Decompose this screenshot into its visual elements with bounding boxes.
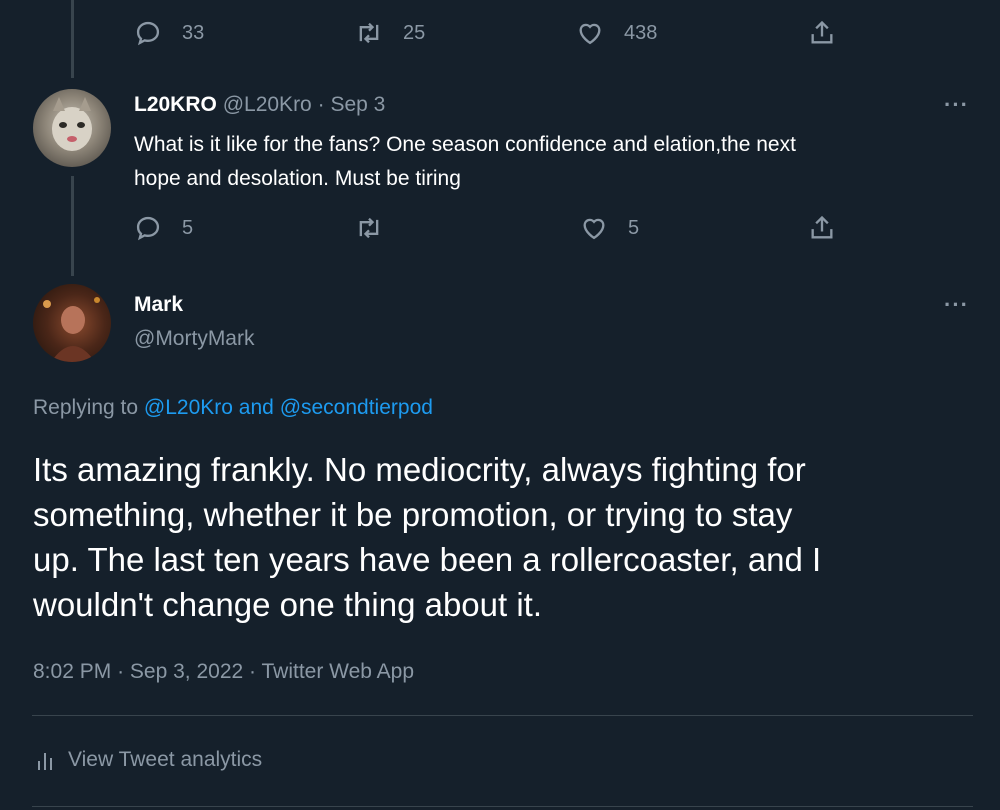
share-action[interactable] <box>808 19 836 47</box>
tweet-source[interactable]: Twitter Web App <box>261 660 414 683</box>
retweet-action[interactable] <box>355 214 383 242</box>
reply-action[interactable]: 5 <box>134 214 193 242</box>
reply-icon <box>136 21 160 46</box>
retweet-icon <box>359 22 379 44</box>
tweet-metadata: 8:02 PM · Sep 3, 2022 · Twitter Web App <box>33 660 414 684</box>
main-handle[interactable]: @MortyMark <box>134 327 254 351</box>
retweet-icon <box>359 217 379 239</box>
display-name[interactable]: L20KRO <box>134 93 217 116</box>
like-count: 438 <box>624 21 658 44</box>
avatar-l20kro[interactable] <box>33 89 111 167</box>
replying-to-and[interactable]: and <box>239 396 274 419</box>
main-text-line: wouldn't change one thing about it. <box>33 586 543 623</box>
main-text-line: something, whether it be promotion, or t… <box>33 496 793 533</box>
tweet-time[interactable]: 8:02 PM <box>33 660 111 683</box>
reply-icon <box>136 216 160 241</box>
share-icon <box>811 215 833 239</box>
replying-to-user-l20kro[interactable]: @L20Kro <box>144 396 233 419</box>
reply-count: 33 <box>182 21 205 44</box>
replying-to: Replying to @L20Kro and @secondtierpod <box>33 396 433 420</box>
main-text-line: up. The last ten years have been a rolle… <box>33 541 822 578</box>
handle[interactable]: @L20Kro <box>223 93 312 116</box>
reply-header: L20KRO @L20Kro · Sep 3 <box>134 93 385 117</box>
main-display-name[interactable]: Mark <box>134 293 183 317</box>
reply-count: 5 <box>182 216 194 239</box>
reply-text: What is it like for the fans? One season… <box>134 128 974 196</box>
view-analytics-label: View Tweet analytics <box>68 748 263 771</box>
retweet-action[interactable]: 25 <box>355 19 425 47</box>
share-icon <box>811 20 833 44</box>
reply-text-line: hope and desolation. Must be tiring <box>134 167 461 190</box>
share-action[interactable] <box>808 214 836 242</box>
replying-to-user-secondtierpod[interactable]: @secondtierpod <box>280 396 433 419</box>
avatar-mark[interactable] <box>33 284 111 362</box>
like-count: 5 <box>628 216 640 239</box>
analytics-icon <box>38 753 52 770</box>
like-action[interactable]: 438 <box>576 19 657 47</box>
more-icon-reply[interactable]: ··· <box>944 92 969 118</box>
reply-action[interactable]: 33 <box>134 19 204 47</box>
retweet-count: 25 <box>403 21 426 44</box>
separator: · <box>317 93 325 116</box>
main-tweet-text: Its amazing frankly. No mediocrity, alwa… <box>33 447 983 627</box>
separator: · <box>249 660 257 683</box>
tweet-date[interactable]: Sep 3, 2022 <box>130 660 243 683</box>
thread-line-middle <box>71 176 74 276</box>
separator: · <box>117 660 125 683</box>
like-action[interactable]: 5 <box>580 214 639 242</box>
main-text-line: Its amazing frankly. No mediocrity, alwa… <box>33 451 806 488</box>
replying-to-label: Replying to <box>33 396 139 419</box>
more-icon-main[interactable]: ··· <box>944 292 969 318</box>
thread-line-top <box>71 0 74 78</box>
heart-icon <box>579 23 601 45</box>
divider <box>32 806 973 807</box>
reply-text-line: What is it like for the fans? One season… <box>134 133 796 156</box>
view-analytics-link[interactable]: View Tweet analytics <box>36 748 262 772</box>
tweet-date[interactable]: Sep 3 <box>330 93 385 116</box>
divider <box>32 715 973 716</box>
heart-icon <box>583 218 605 240</box>
